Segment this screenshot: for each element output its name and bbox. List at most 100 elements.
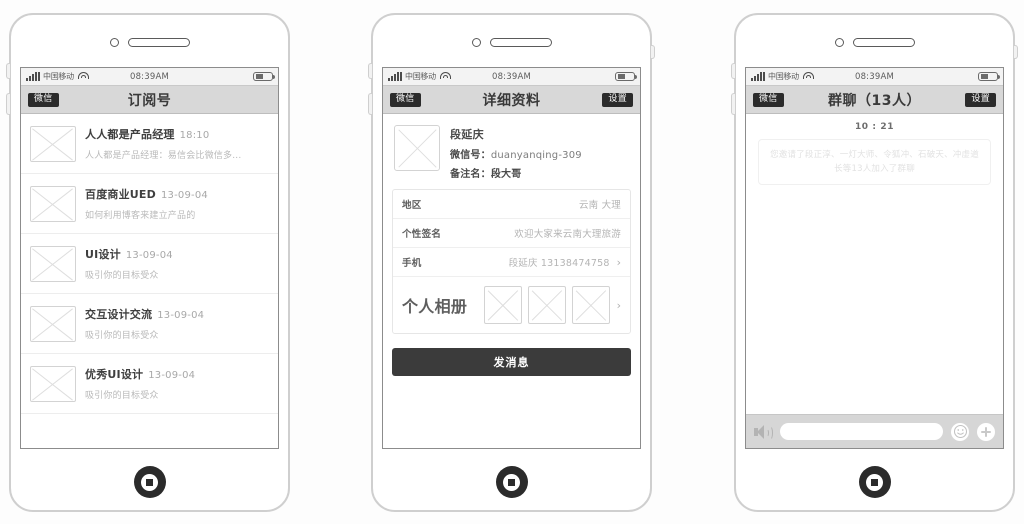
settings-button[interactable]: 设置: [602, 92, 633, 107]
page-title: 订阅号: [127, 92, 172, 109]
list-item-date: 13-09-04: [157, 310, 205, 321]
profile-text-block: 段延庆 微信号：duanyanqing-309 备注名：段大哥: [450, 125, 582, 180]
list-item-date: 18:10: [179, 130, 210, 141]
profile-wechat-id-row: 微信号：duanyanqing-309: [450, 146, 582, 161]
smiley-icon[interactable]: [951, 422, 969, 441]
album-thumbnails: [483, 286, 610, 324]
list-item-text: 百度商业UED 13-09-04 如何利用博客来建立产品的: [85, 186, 269, 221]
back-button[interactable]: 微信: [390, 92, 421, 107]
back-button[interactable]: 微信: [753, 92, 784, 107]
volume-down-button[interactable]: [731, 93, 735, 115]
wechat-id-label: 微信号：: [450, 150, 491, 161]
volume-down-button[interactable]: [368, 93, 372, 115]
avatar: [30, 245, 76, 282]
volume-up-button[interactable]: [368, 63, 372, 79]
info-row-phone[interactable]: 手机 段延庆 13138474758 ›: [393, 248, 630, 277]
phone-device-2: 中国移动 08:39AM 微信 详细资料 设置 段延庆 微信号：duanyanq…: [368, 13, 655, 512]
voice-speaker-icon[interactable]: [754, 424, 773, 440]
list-item[interactable]: UI设计 13-09-04 吸引你的目标受众: [21, 234, 278, 294]
status-bar: 中国移动 08:39AM: [746, 68, 1003, 86]
profile-remark-row: 备注名：段大哥: [450, 165, 582, 180]
phone2-screen: 中国移动 08:39AM 微信 详细资料 设置 段延庆 微信号：duanyanq…: [382, 67, 641, 449]
power-button[interactable]: [1014, 45, 1018, 59]
home-button[interactable]: [858, 466, 891, 498]
list-item[interactable]: 人人都是产品经理 18:10 人人都是产品经理：易信会比微信多...: [21, 114, 278, 174]
volume-down-button[interactable]: [6, 93, 10, 115]
list-item[interactable]: 百度商业UED 13-09-04 如何利用博客来建立产品的: [21, 174, 278, 234]
settings-button[interactable]: 设置: [965, 92, 996, 107]
list-item-date: 13-09-04: [148, 370, 196, 381]
volume-up-button[interactable]: [6, 63, 10, 79]
info-row-region[interactable]: 地区 云南 大理: [393, 190, 630, 219]
battery-icon: [978, 71, 1000, 82]
phone-top-hardware: [11, 38, 288, 47]
list-item-title: 人人都是产品经理: [85, 128, 175, 141]
avatar: [30, 185, 76, 222]
home-button[interactable]: [495, 466, 528, 498]
list-item-text: 交互设计交流 13-09-04 吸引你的目标受众: [85, 306, 269, 341]
album-thumb[interactable]: [571, 286, 610, 324]
list-item-title: 优秀UI设计: [85, 368, 144, 381]
info-row-album[interactable]: 个人相册 ›: [393, 277, 630, 333]
chat-input-field[interactable]: [780, 423, 943, 440]
info-value: 欢迎大家来云南大理旅游: [514, 229, 621, 240]
home-button[interactable]: [133, 466, 166, 498]
chat-container: 10 : 21 您邀请了段正淳、一灯大师、令狐冲、石破天、冲虚道长等13人加入了…: [746, 114, 1003, 448]
list-item-text: UI设计 13-09-04 吸引你的目标受众: [85, 246, 269, 281]
remark-label: 备注名：: [450, 169, 491, 180]
status-bar: 中国移动 08:39AM: [21, 68, 278, 86]
chat-timestamp: 10 : 21: [854, 122, 895, 132]
info-value: 云南 大理: [578, 200, 621, 211]
phone2-body: 段延庆 微信号：duanyanqing-309 备注名：段大哥 地区 云南 大理…: [383, 114, 640, 448]
phone3-screen: 中国移动 08:39AM 微信 群聊（13人） 设置 10 : 21 您邀请了段…: [745, 67, 1004, 449]
status-time: 08:39AM: [491, 71, 532, 82]
status-time: 08:39AM: [129, 71, 170, 82]
system-message: 您邀请了段正淳、一灯大师、令狐冲、石破天、冲虚道长等13人加入了群聊: [758, 139, 991, 186]
phone3-navbar: 微信 群聊（13人） 设置: [746, 86, 1003, 114]
phone1-screen: 中国移动 08:39AM 微信 订阅号 人人都是产品经理 18:10 人人都是产…: [20, 67, 279, 449]
list-item-date: 13-09-04: [160, 190, 208, 201]
album-thumb[interactable]: [527, 286, 566, 324]
avatar: [30, 365, 76, 402]
avatar: [30, 305, 76, 342]
info-row-signature[interactable]: 个性签名 欢迎大家来云南大理旅游: [393, 219, 630, 248]
list-item-date: 13-09-04: [125, 250, 173, 261]
chat-message-area[interactable]: 10 : 21 您邀请了段正淳、一灯大师、令狐冲、石破天、冲虚道长等13人加入了…: [746, 114, 1003, 414]
avatar[interactable]: [394, 125, 440, 171]
front-camera-icon: [109, 38, 119, 47]
chevron-right-icon: ›: [616, 298, 621, 312]
chat-input-bar: [746, 414, 1003, 448]
subscription-list: 人人都是产品经理 18:10 人人都是产品经理：易信会比微信多... 百度商业U…: [21, 114, 278, 414]
profile-name: 段延庆: [450, 128, 484, 141]
list-item-desc: 吸引你的目标受众: [85, 391, 159, 401]
info-label: 地区: [402, 200, 422, 211]
album-thumb[interactable]: [483, 286, 522, 324]
avatar: [30, 125, 76, 162]
power-button[interactable]: [651, 45, 655, 59]
wechat-id-value: duanyanqing-309: [490, 150, 582, 161]
profile-header: 段延庆 微信号：duanyanqing-309 备注名：段大哥: [383, 114, 640, 189]
list-item-desc: 如何利用博客来建立产品的: [85, 211, 196, 221]
back-button[interactable]: 微信: [28, 92, 59, 107]
phone1-body: 人人都是产品经理 18:10 人人都是产品经理：易信会比微信多... 百度商业U…: [21, 114, 278, 448]
volume-up-button[interactable]: [731, 63, 735, 79]
info-label: 手机: [402, 258, 422, 269]
list-item[interactable]: 优秀UI设计 13-09-04 吸引你的目标受众: [21, 354, 278, 414]
list-item-desc: 吸引你的目标受众: [85, 271, 159, 281]
plus-icon[interactable]: [977, 422, 995, 441]
phone2-navbar: 微信 详细资料 设置: [383, 86, 640, 114]
info-label: 个性签名: [402, 229, 442, 240]
phone3-body: 10 : 21 您邀请了段正淳、一灯大师、令狐冲、石破天、冲虚道长等13人加入了…: [746, 114, 1003, 448]
phone-device-1: 中国移动 08:39AM 微信 订阅号 人人都是产品经理 18:10 人人都是产…: [6, 13, 290, 512]
phone-top-hardware: [736, 38, 1013, 47]
earpiece-speaker-icon: [489, 38, 552, 47]
chevron-right-icon: ›: [616, 255, 621, 269]
send-message-button[interactable]: 发消息: [392, 348, 631, 376]
phone-device-3: 中国移动 08:39AM 微信 群聊（13人） 设置 10 : 21 您邀请了段…: [731, 13, 1018, 512]
list-item-text: 优秀UI设计 13-09-04 吸引你的目标受众: [85, 366, 269, 401]
status-bar: 中国移动 08:39AM: [383, 68, 640, 86]
profile-info-card: 地区 云南 大理 个性签名 欢迎大家来云南大理旅游 手机 段延庆 1313847…: [392, 189, 631, 334]
battery-icon: [253, 71, 275, 82]
earpiece-speaker-icon: [127, 38, 190, 47]
list-item[interactable]: 交互设计交流 13-09-04 吸引你的目标受众: [21, 294, 278, 354]
